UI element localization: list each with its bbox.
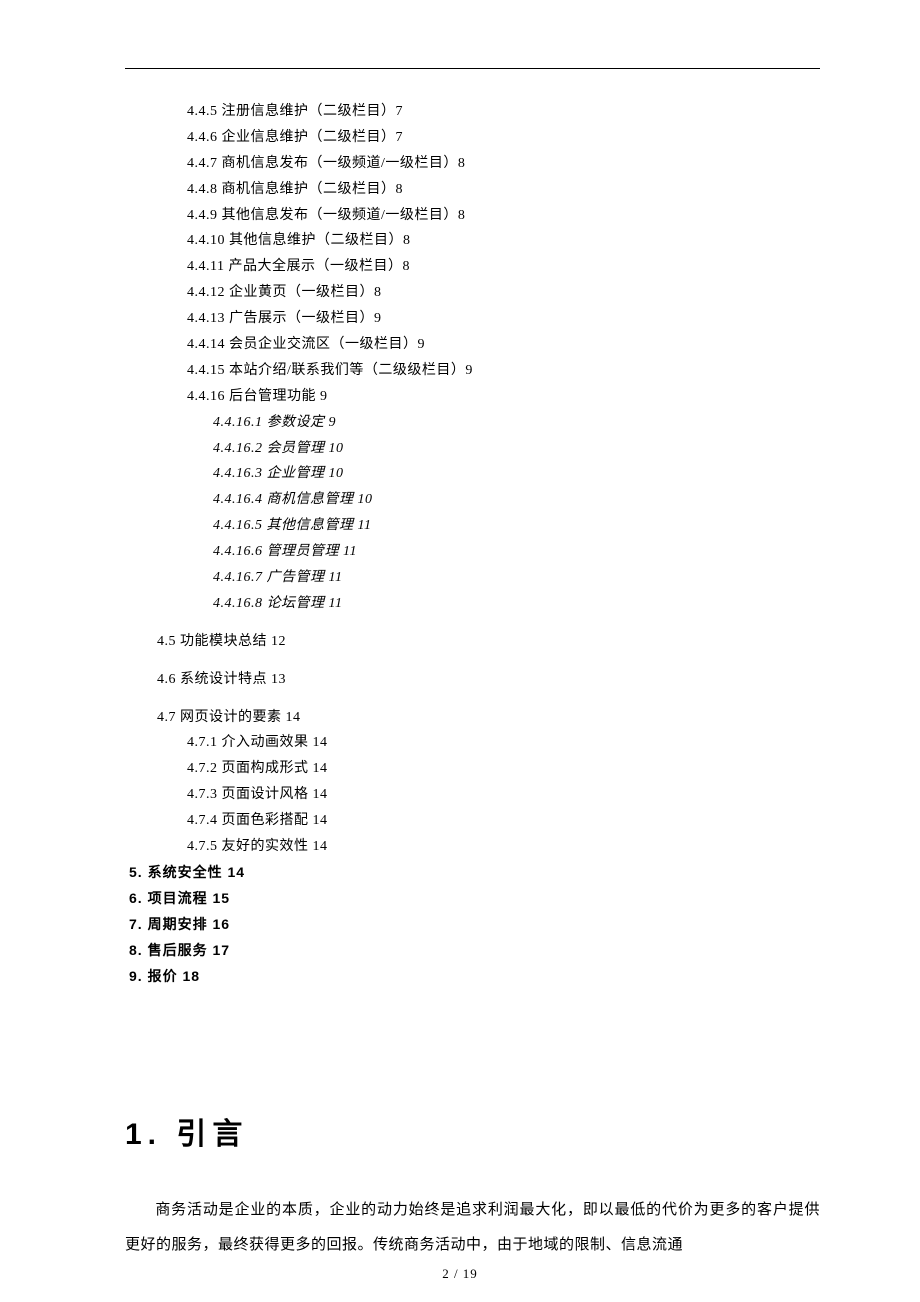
toc-entry: 4.5 功能模块总结 12 bbox=[125, 629, 820, 655]
toc-entry: 4.7.3 页面设计风格 14 bbox=[125, 782, 820, 808]
toc-entry-major: 6. 项目流程 15 bbox=[125, 886, 820, 912]
page-number: 2 / 19 bbox=[0, 1266, 920, 1282]
toc-entry: 4.4.8 商机信息维护（二级栏目）8 bbox=[125, 177, 820, 203]
toc-entry: 4.6 系统设计特点 13 bbox=[125, 667, 820, 693]
toc-entry: 4.4.5 注册信息维护（二级栏目）7 bbox=[125, 99, 820, 125]
toc-entry: 4.4.10 其他信息维护（二级栏目）8 bbox=[125, 228, 820, 254]
paragraph-text: 商务活动是企业的本质，企业的动力始终是追求利润最大化，即以最低的代价为更多的客户… bbox=[125, 1202, 820, 1253]
toc-entry-sub: 4.4.16.7 广告管理 11 bbox=[125, 565, 820, 591]
toc-entry-major: 7. 周期安排 16 bbox=[125, 912, 820, 938]
toc-entry: 4.4.12 企业黄页（一级栏目）8 bbox=[125, 280, 820, 306]
toc-entry: 4.4.15 本站介绍/联系我们等（二级级栏目）9 bbox=[125, 358, 820, 384]
toc-entry: 4.4.13 广告展示（一级栏目）9 bbox=[125, 306, 820, 332]
toc-entry: 4.7 网页设计的要素 14 bbox=[125, 705, 820, 731]
section-heading: 1. 引言 bbox=[125, 1109, 820, 1153]
toc-entry-sub: 4.4.16.3 企业管理 10 bbox=[125, 461, 820, 487]
toc-entry: 4.7.2 页面构成形式 14 bbox=[125, 756, 820, 782]
toc-entry: 4.4.11 产品大全展示（一级栏目）8 bbox=[125, 254, 820, 280]
toc-entry: 4.7.5 友好的实效性 14 bbox=[125, 834, 820, 860]
toc-entry-major: 5. 系统安全性 14 bbox=[125, 860, 820, 886]
toc-entry: 4.4.16 后台管理功能 9 bbox=[125, 384, 820, 410]
toc-entry-major: 8. 售后服务 17 bbox=[125, 938, 820, 964]
toc-entry-sub: 4.4.16.1 参数设定 9 bbox=[125, 410, 820, 436]
toc-entry-sub: 4.4.16.2 会员管理 10 bbox=[125, 436, 820, 462]
toc-entry: 4.4.7 商机信息发布（一级频道/一级栏目）8 bbox=[125, 151, 820, 177]
toc-entry-sub: 4.4.16.8 论坛管理 11 bbox=[125, 591, 820, 617]
toc-entry-major: 9. 报价 18 bbox=[125, 964, 820, 990]
toc-entry: 4.4.9 其他信息发布（一级频道/一级栏目）8 bbox=[125, 203, 820, 229]
toc-entry: 4.7.4 页面色彩搭配 14 bbox=[125, 808, 820, 834]
header-rule bbox=[125, 68, 820, 69]
toc-entry-sub: 4.4.16.4 商机信息管理 10 bbox=[125, 487, 820, 513]
document-page: 4.4.5 注册信息维护（二级栏目）7 4.4.6 企业信息维护（二级栏目）7 … bbox=[0, 0, 920, 1302]
toc-entry-sub: 4.4.16.5 其他信息管理 11 bbox=[125, 513, 820, 539]
toc-entry: 4.4.6 企业信息维护（二级栏目）7 bbox=[125, 125, 820, 151]
toc-entry: 4.7.1 介入动画效果 14 bbox=[125, 730, 820, 756]
table-of-contents: 4.4.5 注册信息维护（二级栏目）7 4.4.6 企业信息维护（二级栏目）7 … bbox=[125, 99, 820, 989]
toc-entry: 4.4.14 会员企业交流区（一级栏目）9 bbox=[125, 332, 820, 358]
toc-entry-sub: 4.4.16.6 管理员管理 11 bbox=[125, 539, 820, 565]
body-paragraph: 商务活动是企业的本质，企业的动力始终是追求利润最大化，即以最低的代价为更多的客户… bbox=[125, 1193, 820, 1262]
